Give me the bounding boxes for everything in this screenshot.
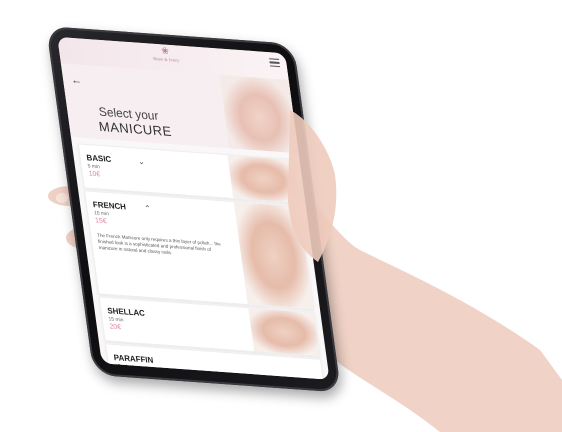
service-price: 10€ xyxy=(88,170,101,179)
back-arrow-icon[interactable]: ← xyxy=(70,74,83,87)
service-duration: 15 min xyxy=(114,363,131,371)
hamburger-menu-icon[interactable] xyxy=(269,58,281,68)
service-image xyxy=(233,202,314,309)
app-screen: ❀ Rose & Ivory Select your MANICURE ← BA… xyxy=(57,36,330,380)
brand-logo: ❀ Rose & Ivory xyxy=(145,46,187,63)
page-title-line2: MANICURE xyxy=(97,118,173,140)
service-image xyxy=(227,155,299,203)
phone-device: ❀ Rose & Ivory Select your MANICURE ← BA… xyxy=(46,26,342,393)
chevron-up-icon[interactable]: ⌃ xyxy=(144,204,152,214)
service-price: 15€ xyxy=(94,217,108,226)
service-card-french[interactable]: FRENCH 10 min 15€ ⌃ The French Manicure … xyxy=(84,190,315,310)
service-duration: 10 min xyxy=(93,210,110,218)
service-duration: 15 min xyxy=(108,316,124,324)
service-price: 20€ xyxy=(109,323,122,332)
service-image xyxy=(248,308,320,356)
header-image xyxy=(219,74,299,154)
service-description: The French Manicure only requires a thin… xyxy=(96,232,222,256)
service-name: BASIC xyxy=(85,153,112,165)
service-duration: 5 min xyxy=(87,163,101,171)
chevron-down-icon[interactable]: ⌄ xyxy=(137,157,145,167)
